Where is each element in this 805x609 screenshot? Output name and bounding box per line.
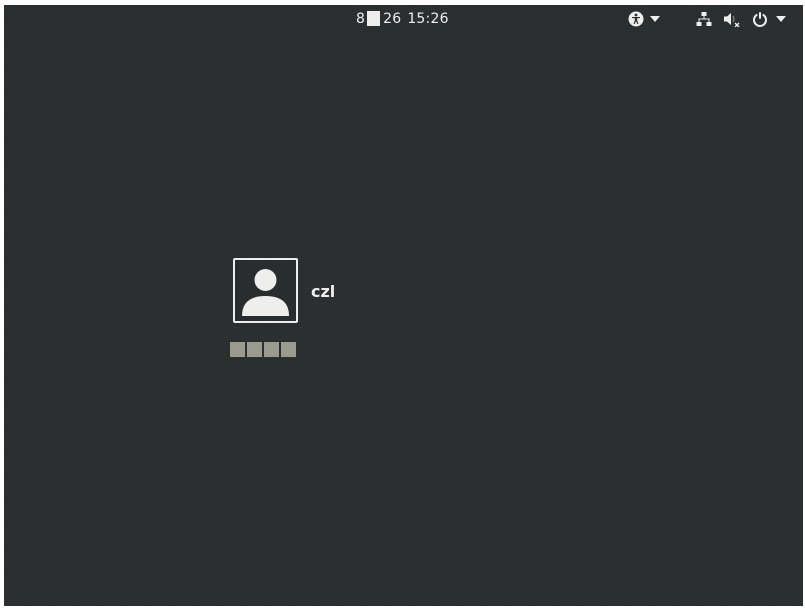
loading-indicator (230, 342, 296, 357)
missing-glyph-box (367, 11, 381, 26)
username-label: czl (311, 282, 336, 301)
top-bar: 8 26 15:26 (4, 5, 803, 32)
clock[interactable]: 8 26 15:26 (356, 10, 449, 27)
loading-dot (247, 342, 262, 357)
clock-date: 26 (383, 10, 402, 27)
clock-day: 8 (356, 10, 366, 27)
loading-dot (264, 342, 279, 357)
clock-time: 15:26 (407, 10, 449, 27)
network-icon (696, 11, 712, 27)
volume-muted-icon (723, 11, 741, 27)
avatar[interactable] (233, 258, 298, 323)
accessibility-menu[interactable] (628, 11, 660, 27)
network-status[interactable] (696, 11, 712, 27)
lock-screen: 8 26 15:26 czl (4, 5, 803, 606)
power-menu[interactable] (752, 11, 786, 27)
volume-status[interactable] (723, 11, 741, 27)
power-icon (752, 11, 768, 27)
loading-dot (230, 342, 245, 357)
chevron-down-icon (650, 16, 660, 22)
chevron-down-icon (776, 16, 786, 22)
user-icon (242, 269, 289, 316)
loading-dot (281, 342, 296, 357)
accessibility-icon (628, 11, 644, 27)
